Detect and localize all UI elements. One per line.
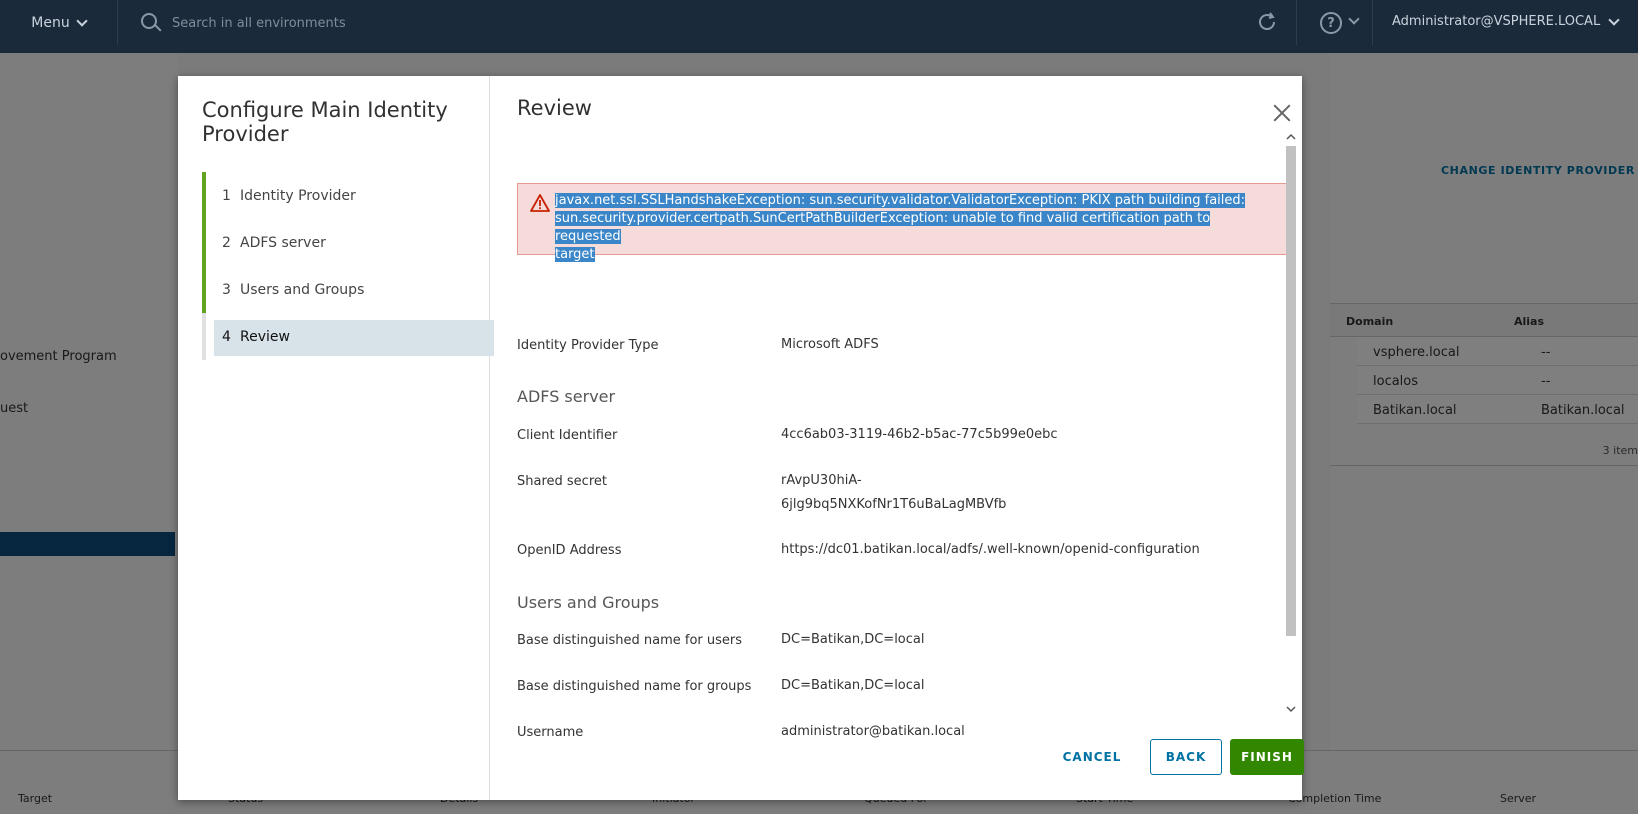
scrollbar-thumb[interactable]	[1286, 146, 1296, 636]
dialog-footer: CANCEL BACK FINISH	[490, 739, 1304, 775]
scroll-up-arrow-icon[interactable]	[1284, 130, 1298, 144]
field-label: Client Identifier	[517, 428, 618, 443]
step-identity-provider[interactable]: 1 Identity Provider	[202, 172, 490, 219]
wizard-title: Configure Main Identity Provider	[202, 98, 448, 146]
chevron-down-icon	[76, 14, 88, 27]
chevron-down-icon[interactable]	[1348, 13, 1360, 25]
warning-icon	[530, 194, 550, 212]
field-label: Username	[517, 725, 584, 740]
field-value: Microsoft ADFS	[781, 337, 879, 352]
help-icon[interactable]: ?	[1320, 12, 1342, 34]
secret-line: rAvpU30hiA-	[781, 473, 862, 488]
header-divider	[1372, 0, 1373, 45]
step-number: 1	[222, 187, 231, 204]
section-heading-users-groups: Users and Groups	[517, 593, 660, 612]
error-line: target	[555, 247, 595, 262]
step-number: 3	[222, 281, 231, 298]
wizard-steps-panel: Configure Main Identity Provider 1 Ident…	[178, 76, 494, 800]
field-value: DC=Batikan,DC=local	[781, 632, 925, 647]
error-line: sun.security.provider.certpath.SunCertPa…	[555, 211, 1211, 244]
step-number: 2	[222, 234, 231, 251]
page-title: Review	[517, 96, 592, 120]
close-icon[interactable]	[1273, 104, 1291, 122]
field-value: DC=Batikan,DC=local	[781, 678, 925, 693]
back-button[interactable]: BACK	[1150, 739, 1222, 775]
user-name: Administrator@VSPHERE.LOCAL	[1392, 14, 1601, 29]
step-label: Users and Groups	[240, 281, 365, 298]
error-message: javax.net.ssl.SSLHandshakeException: sun…	[555, 192, 1275, 264]
menu-label: Menu	[31, 14, 70, 31]
global-search[interactable]	[140, 10, 572, 36]
configure-identity-provider-dialog: Configure Main Identity Provider 1 Ident…	[178, 76, 1304, 800]
top-header: Menu ? Administrator@VSPHERE.LOCAL	[0, 0, 1638, 53]
header-divider	[1296, 0, 1297, 45]
refresh-icon[interactable]	[1255, 10, 1279, 34]
step-number: 4	[222, 328, 231, 345]
field-value: https://dc01.batikan.local/adfs/.well-kn…	[781, 542, 1200, 557]
step-label: Review	[240, 328, 290, 345]
search-input[interactable]	[172, 15, 572, 31]
section-heading-adfs: ADFS server	[517, 387, 616, 406]
step-review[interactable]: 4 Review	[202, 313, 494, 360]
step-label: ADFS server	[240, 234, 326, 251]
step-users-and-groups[interactable]: 3 Users and Groups	[202, 266, 490, 313]
search-icon	[140, 12, 162, 34]
finish-button[interactable]: FINISH	[1230, 739, 1304, 775]
error-alert: javax.net.ssl.SSLHandshakeException: sun…	[517, 183, 1287, 262]
field-label: Base distinguished name for users	[517, 633, 743, 648]
secret-line: 6jlg9bq5NXKofNr1T6uBaLagMBVfb	[781, 497, 1007, 512]
field-label: Base distinguished name for groups	[517, 679, 752, 694]
chevron-down-icon	[1608, 13, 1620, 26]
wizard-steps: 1 Identity Provider 2 ADFS server 3 User…	[202, 172, 494, 360]
field-label: Shared secret	[517, 474, 607, 489]
field-value: rAvpU30hiA- 6jlg9bq5NXKofNr1T6uBaLagMBVf…	[781, 469, 1261, 517]
review-panel: Review javax.net.ssl.SSLHandshakeExcepti…	[490, 76, 1304, 800]
scroll-down-arrow-icon[interactable]	[1284, 702, 1298, 716]
error-line: javax.net.ssl.SSLHandshakeException: sun…	[555, 193, 1246, 208]
field-label: OpenID Address	[517, 543, 622, 558]
menu-button[interactable]: Menu	[0, 0, 118, 45]
step-adfs-server[interactable]: 2 ADFS server	[202, 219, 490, 266]
field-label: Identity Provider Type	[517, 338, 659, 353]
cancel-button[interactable]: CANCEL	[1040, 739, 1144, 775]
step-label: Identity Provider	[240, 187, 356, 204]
field-value: 4cc6ab03-3119-46b2-b5ac-77c5b99e0ebc	[781, 427, 1058, 442]
user-menu[interactable]: Administrator@VSPHERE.LOCAL	[1392, 13, 1620, 29]
